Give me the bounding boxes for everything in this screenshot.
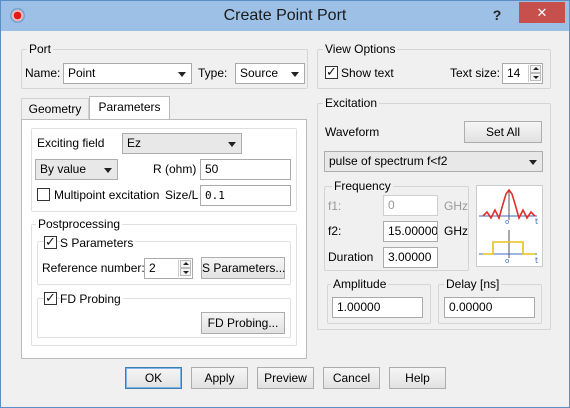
delay-input[interactable]: 0.00000 <box>444 297 535 318</box>
text-size-spinbox[interactable]: 14 <box>502 63 543 84</box>
duration-input[interactable]: 3.00000 <box>383 247 438 268</box>
ref-number-value: 2 <box>149 261 156 275</box>
waveform-combo[interactable]: pulse of spectrum f<f2 <box>324 151 543 172</box>
type-label: Type: <box>198 66 228 80</box>
fd-probing-checkbox[interactable] <box>44 290 57 306</box>
mode-combo[interactable]: By value <box>35 159 118 180</box>
f1-label: f1: <box>328 199 342 213</box>
size-input[interactable]: 0.1 <box>200 185 291 206</box>
dialog-window: Create Point Port ? ✕ Port Name: Point T… <box>0 0 570 408</box>
r-ohm-label: R (ohm) <box>153 162 197 176</box>
ref-number-label: Reference number: <box>42 261 145 275</box>
chevron-down-icon <box>228 142 236 147</box>
amplitude-title: Amplitude <box>331 277 389 291</box>
spin-down-icon[interactable] <box>530 73 541 81</box>
s-params-button[interactable]: S Parameters... <box>201 257 285 279</box>
apply-button[interactable]: Apply <box>191 367 248 389</box>
size-label: Size/L <box>165 188 199 202</box>
frequency-title: Frequency <box>332 179 393 193</box>
name-value: Point <box>68 66 96 80</box>
top-origin-label: o <box>505 218 509 226</box>
name-combo[interactable]: Point <box>63 63 192 84</box>
f2-label: f2: <box>328 224 342 238</box>
fd-probing-label: FD Probing <box>60 291 123 307</box>
window-title: Create Point Port <box>223 7 347 24</box>
delay-title: Delay [ns] <box>444 277 502 291</box>
spin-up-icon[interactable] <box>180 260 191 268</box>
close-button[interactable]: ✕ <box>519 2 565 23</box>
f1-input[interactable]: 0 <box>383 195 438 216</box>
preview-button[interactable]: Preview <box>257 367 314 389</box>
exciting-field-label: Exciting field <box>37 136 105 150</box>
exciting-field-value: Ez <box>127 136 142 150</box>
postprocessing-title: Postprocessing <box>36 217 123 231</box>
spin-up-icon[interactable] <box>530 65 541 73</box>
text-size-value: 14 <box>507 66 521 80</box>
exciting-field-combo[interactable]: Ez <box>122 133 242 154</box>
chevron-down-icon <box>178 72 186 77</box>
text-size-label: Text size: <box>450 66 501 80</box>
chevron-down-icon <box>529 160 537 165</box>
spinner-arrows[interactable] <box>528 65 541 82</box>
duration-label: Duration <box>328 250 374 264</box>
bottom-t-label: t <box>535 256 538 265</box>
s-params-label: S Parameters <box>60 235 136 251</box>
spin-down-icon[interactable] <box>180 268 191 276</box>
chevron-down-icon <box>291 72 299 77</box>
multipoint-label: Multipoint excitation <box>54 188 160 202</box>
f2-unit: GHz <box>444 224 468 238</box>
waveform-plot: o t o t <box>479 188 538 265</box>
set-all-button[interactable]: Set All <box>464 121 542 143</box>
type-combo[interactable]: Source <box>235 63 305 84</box>
f1-unit: GHz <box>444 199 468 213</box>
title-bar[interactable]: Create Point Port ? ✕ <box>1 1 569 31</box>
s-params-checkbox[interactable] <box>44 234 57 250</box>
show-text-checkbox[interactable] <box>325 64 338 80</box>
help-title-button[interactable]: ? <box>485 5 509 25</box>
chevron-down-icon <box>104 168 112 173</box>
cancel-button[interactable]: Cancel <box>323 367 380 389</box>
ref-number-spinbox[interactable]: 2 <box>144 258 193 279</box>
r-ohm-input[interactable]: 50 <box>200 159 291 180</box>
name-label: Name: <box>25 66 61 80</box>
tab-parameters[interactable]: Parameters <box>89 96 170 120</box>
port-group-title: Port <box>27 42 54 56</box>
ok-button[interactable]: OK <box>125 367 182 389</box>
view-options-title: View Options <box>323 42 398 56</box>
mode-value: By value <box>40 162 87 176</box>
waveform-value: pulse of spectrum f<f2 <box>329 154 448 168</box>
help-button[interactable]: Help <box>389 367 446 389</box>
waveform-preview-icon: o t o t <box>476 185 543 267</box>
type-value: Source <box>240 66 279 80</box>
multipoint-checkbox[interactable] <box>37 188 50 201</box>
bottom-origin-label: o <box>505 257 509 265</box>
amplitude-input[interactable]: 1.00000 <box>332 297 423 318</box>
waveform-label: Waveform <box>325 125 380 139</box>
show-text-label: Show text <box>341 66 394 80</box>
f2-input[interactable]: 15.00000 <box>383 221 438 242</box>
tab-geometry[interactable]: Geometry <box>21 98 89 120</box>
fd-probing-button[interactable]: FD Probing... <box>201 312 285 334</box>
spinner-arrows[interactable] <box>178 260 191 277</box>
top-t-label: t <box>535 217 538 226</box>
excitation-title: Excitation <box>323 96 380 110</box>
